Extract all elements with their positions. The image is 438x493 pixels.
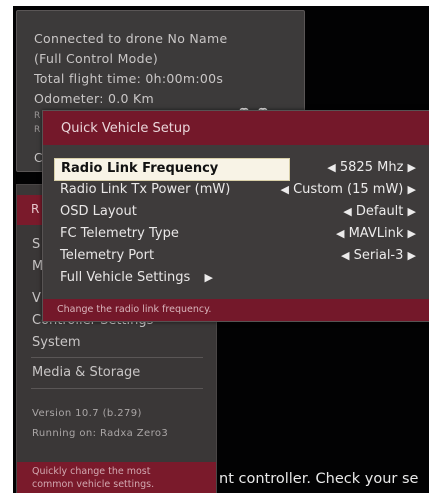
hint-line: Quickly change the most [32,466,151,477]
setting-telemetry-port[interactable]: Telemetry Port ◀ Serial-3 ▶ [54,246,416,267]
menu-divider [31,357,203,358]
arrow-left-icon[interactable]: ◀ [327,161,335,174]
setting-osd-layout[interactable]: OSD Layout ◀ Default ▶ [54,202,416,223]
main-menu-hint: Quickly change the most common vehicle s… [17,462,216,493]
setting-full-vehicle-settings[interactable]: Full Vehicle Settings ▶ [54,268,416,289]
arrow-right-icon[interactable]: ▶ [408,205,416,218]
arrow-right-icon[interactable]: ▶ [408,161,416,174]
main-menu-item[interactable]: V [32,291,41,306]
setting-value-text: Serial-3 [353,248,404,263]
arrow-right-icon[interactable]: ▶ [408,249,416,262]
dialog-title-bar: Quick Vehicle Setup [43,111,429,145]
hint-line: common vehicle settings. [32,479,155,490]
status-mode: (Full Control Mode) [34,51,159,66]
dialog-hint-bar: Change the radio link frequency. [43,299,429,321]
status-cut-line: R [34,111,41,121]
dialog-title: Quick Vehicle Setup [61,121,191,136]
status-cut-line: R [34,125,41,135]
setting-fc-telemetry-type[interactable]: FC Telemetry Type ◀ MAVLink ▶ [54,224,416,245]
setting-label: Telemetry Port [60,248,155,263]
arrow-left-icon[interactable]: ◀ [341,249,349,262]
setting-value-text: Custom (15 mW) [293,182,404,197]
submenu-arrow-icon: ▶ [204,271,213,284]
setting-radio-link-tx-power[interactable]: Radio Link Tx Power (mW) ◀ Custom (15 mW… [54,180,416,201]
setting-value[interactable]: ◀ MAVLink ▶ [336,226,416,241]
setting-value[interactable]: ◀ Serial-3 ▶ [341,248,416,263]
setting-label: Radio Link Tx Power (mW) [60,182,231,197]
main-menu-item[interactable]: S [32,237,40,252]
arrow-right-icon[interactable]: ▶ [408,183,416,196]
screen: Connected to drone No Name (Full Control… [13,6,429,493]
setting-value-text: MAVLink [348,226,404,241]
main-menu-item-system[interactable]: System [32,335,80,350]
menu-divider [31,388,203,389]
version-text: Version 10.7 (b.279) [32,408,142,419]
arrow-left-icon[interactable]: ◀ [343,205,351,218]
arrow-left-icon[interactable]: ◀ [336,227,344,240]
setting-value-wrapper: ◀ 5825 Mhz ▶ [54,158,416,179]
setting-label-text: Full Vehicle Settings [60,270,191,285]
running-on-text: Running on: Radxa Zero3 [32,428,169,439]
setting-value[interactable]: ◀ Custom (15 mW) ▶ [281,182,417,197]
setting-value-text: 5825 Mhz [339,160,404,175]
quick-vehicle-setup-dialog: Quick Vehicle Setup Radio Link Frequency… [42,110,429,322]
setting-label: FC Telemetry Type [60,226,179,241]
status-flight-time: Total flight time: 0h:00m:00s [34,71,224,86]
arrow-right-icon[interactable]: ▶ [408,227,416,240]
setting-label: Full Vehicle Settings ▶ [60,270,213,285]
setting-label: OSD Layout [60,204,137,219]
setting-value[interactable]: ◀ 5825 Mhz ▶ [327,160,416,175]
status-odometer: Odometer: 0.0 Km [34,91,155,106]
main-menu-item-media-storage[interactable]: Media & Storage [32,365,140,380]
arrow-left-icon[interactable]: ◀ [281,183,289,196]
setting-value[interactable]: ◀ Default ▶ [343,204,416,219]
background-message-text: nt controller. Check your se [219,471,419,487]
status-connected: Connected to drone No Name [34,31,228,46]
dialog-hint: Change the radio link frequency. [57,304,212,315]
setting-value-text: Default [355,204,404,219]
main-menu-selected-label: R [31,202,40,216]
